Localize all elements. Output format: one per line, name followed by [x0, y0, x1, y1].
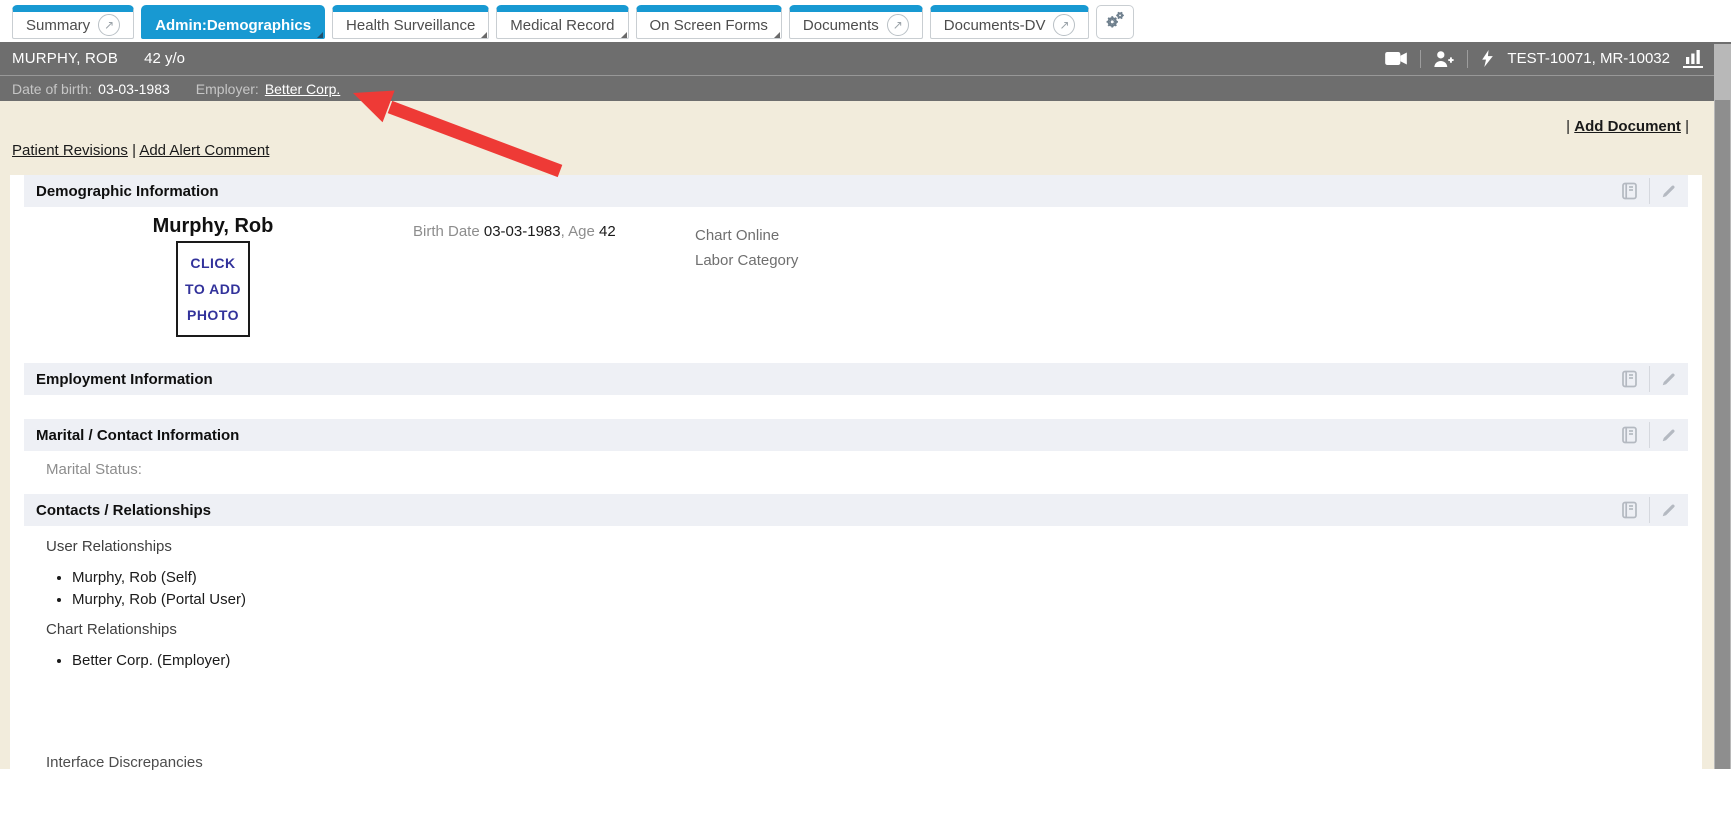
open-new-window-icon[interactable]: ↗ [887, 14, 909, 36]
birth-date-value: 03-03-1983 [484, 223, 561, 240]
tab-menu-corner [481, 32, 487, 38]
user-relationships-title: User Relationships [46, 538, 1702, 555]
add-alert-comment-link[interactable]: Add Alert Comment [139, 142, 269, 159]
list-item: Murphy, Rob (Portal User) [72, 591, 1702, 609]
pipe-separator: | [1685, 118, 1689, 135]
section-title: Marital / Contact Information [36, 427, 239, 444]
divider [1649, 422, 1650, 448]
section-actions [1619, 494, 1678, 526]
birth-date-line: Birth Date 03-03-1983, Age 42 [413, 223, 616, 240]
dob-label: Date of birth: [12, 81, 92, 97]
section-title: Employment Information [36, 371, 213, 388]
photo-line: PHOTO [187, 302, 239, 328]
tab-documents-label: Documents [803, 17, 879, 34]
list-item: Better Corp. (Employer) [72, 652, 1702, 670]
divider [1649, 366, 1650, 392]
patient-age: 42 y/o [144, 50, 185, 67]
section-contacts-relationships: Contacts / Relationships [24, 494, 1688, 526]
patient-display-name: Murphy, Rob [138, 215, 288, 238]
tab-documents-dv-label: Documents-DV [944, 17, 1046, 34]
audit-log-icon[interactable] [1619, 425, 1639, 445]
patient-header-actions: TEST-10071, MR-10032 [1385, 50, 1707, 68]
patient-record-ids: TEST-10071, MR-10032 [1507, 50, 1670, 67]
employer-label: Employer: [196, 81, 259, 97]
divider [1467, 50, 1468, 68]
audit-log-icon[interactable] [1619, 500, 1639, 520]
patient-links-row: Patient Revisions | Add Alert Comment [0, 135, 1731, 159]
bar-chart-icon[interactable] [1683, 50, 1703, 68]
chart-relationships-title: Chart Relationships [46, 621, 1702, 638]
marital-status-label: Marital Status: [46, 461, 142, 478]
chart-online-label: Chart Online [695, 223, 798, 248]
audit-log-icon[interactable] [1619, 181, 1639, 201]
patient-subheader-bar: Date of birth: 03-03-1983 Employer: Bett… [0, 75, 1731, 101]
demographics-card: Demographic Information Murphy, Rob C [10, 175, 1702, 835]
tab-menu-corner [774, 32, 780, 38]
section-marital-contact-information: Marital / Contact Information [24, 419, 1688, 451]
divider [1649, 497, 1650, 523]
pipe-separator: | [1566, 118, 1570, 135]
add-person-icon[interactable] [1434, 51, 1454, 67]
scrollbar-thumb[interactable] [1715, 100, 1730, 769]
divider [1420, 50, 1421, 68]
patient-revisions-link[interactable]: Patient Revisions [12, 142, 128, 159]
photo-line: CLICK [190, 250, 235, 276]
tab-on-screen-forms[interactable]: On Screen Forms [636, 5, 782, 39]
birth-date-label: Birth Date [413, 223, 480, 240]
tab-documents-dv[interactable]: Documents-DV ↗ [930, 5, 1090, 39]
tab-bar: Summary ↗ Admin:Demographics Health Surv… [0, 0, 1731, 42]
section-actions [1619, 363, 1678, 395]
patient-header-bar: MURPHY, ROB 42 y/o TEST-10071, MR-10032 [0, 42, 1731, 75]
tab-health-surveillance-label: Health Surveillance [346, 17, 475, 34]
edit-pencil-icon[interactable] [1660, 426, 1678, 444]
tab-settings-button[interactable] [1096, 5, 1134, 39]
tab-menu-corner [317, 32, 323, 38]
tab-summary-label: Summary [26, 17, 90, 34]
user-relationships-list: Murphy, Rob (Self) Murphy, Rob (Portal U… [36, 569, 1702, 609]
chart-status-column: Chart Online Labor Category [695, 223, 798, 273]
edit-pencil-icon[interactable] [1660, 501, 1678, 519]
pipe-separator: | [132, 142, 136, 159]
open-new-window-icon[interactable]: ↗ [1053, 14, 1075, 36]
video-camera-icon[interactable] [1385, 52, 1407, 65]
edit-pencil-icon[interactable] [1660, 370, 1678, 388]
section-title: Demographic Information [36, 183, 219, 200]
demographic-content: Murphy, Rob CLICK TO ADD PHOTO Birth Dat… [10, 207, 1702, 363]
divider [1649, 178, 1650, 204]
gears-icon [1104, 9, 1126, 36]
vertical-scrollbar[interactable] [1714, 44, 1731, 769]
section-actions [1619, 175, 1678, 207]
list-item: Murphy, Rob (Self) [72, 569, 1702, 587]
add-document-row: | Add Document | [0, 101, 1731, 135]
tab-health-surveillance[interactable]: Health Surveillance [332, 5, 489, 39]
tab-documents[interactable]: Documents ↗ [789, 5, 923, 39]
add-photo-placeholder[interactable]: CLICK TO ADD PHOTO [176, 241, 250, 337]
age-value: 42 [599, 223, 616, 240]
clipped-bottom-text: Interface Discrepancies [46, 754, 1702, 771]
page-content: | Add Document | Patient Revisions | Add… [0, 101, 1731, 769]
tab-summary[interactable]: Summary ↗ [12, 5, 134, 39]
add-document-link[interactable]: Add Document [1574, 118, 1681, 135]
open-new-window-icon[interactable]: ↗ [98, 14, 120, 36]
tab-admin-demographics-label: Admin:Demographics [155, 17, 311, 34]
edit-pencil-icon[interactable] [1660, 182, 1678, 200]
section-employment-information: Employment Information [24, 363, 1688, 395]
tab-menu-corner [621, 32, 627, 38]
photo-line: TO ADD [185, 276, 241, 302]
dob-value: 03-03-1983 [98, 81, 170, 97]
tab-on-screen-forms-label: On Screen Forms [650, 17, 768, 34]
section-demographic-information: Demographic Information [24, 175, 1688, 207]
lightning-bolt-icon[interactable] [1481, 50, 1494, 67]
tab-medical-record-label: Medical Record [510, 17, 614, 34]
section-actions [1619, 419, 1678, 451]
labor-category-label: Labor Category [695, 248, 798, 273]
section-title: Contacts / Relationships [36, 502, 211, 519]
employer-link[interactable]: Better Corp. [265, 81, 340, 97]
chart-relationships-list: Better Corp. (Employer) [36, 652, 1702, 670]
tab-admin-demographics[interactable]: Admin:Demographics [141, 5, 325, 39]
tab-medical-record[interactable]: Medical Record [496, 5, 628, 39]
audit-log-icon[interactable] [1619, 369, 1639, 389]
age-label: , Age [561, 223, 595, 240]
patient-name: MURPHY, ROB [12, 50, 118, 67]
